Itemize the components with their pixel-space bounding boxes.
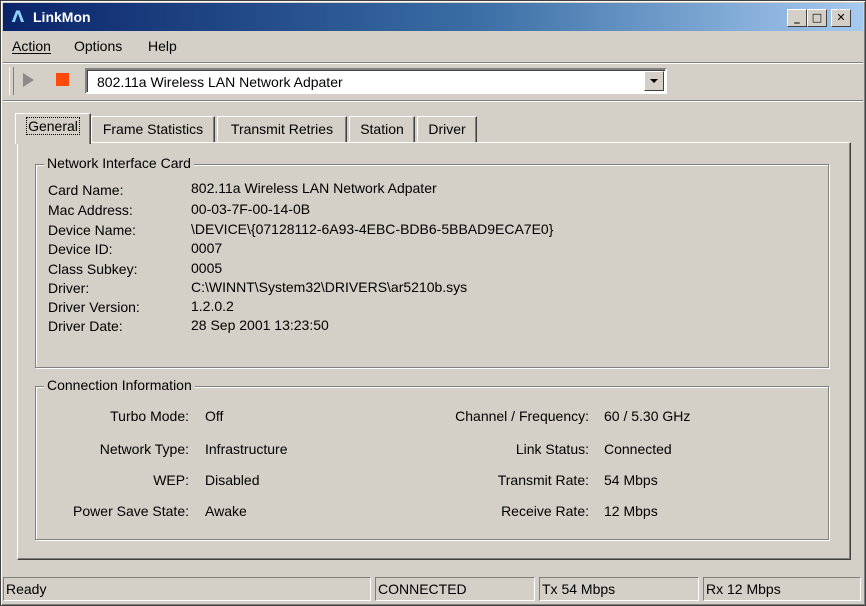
minimize-icon: _: [794, 11, 800, 24]
link-status-value: Connected: [604, 441, 672, 457]
minimize-button[interactable]: _: [787, 9, 807, 27]
chevron-down-icon: [650, 79, 658, 83]
adapter-dropdown-button[interactable]: [644, 71, 664, 91]
status-rx-rate: Rx 12 Mbps: [703, 577, 861, 601]
tab-general-label: General: [26, 117, 80, 135]
close-button[interactable]: ✕: [831, 9, 851, 27]
close-icon: ✕: [836, 11, 846, 24]
driver-label: Driver:: [48, 280, 90, 296]
tab-general[interactable]: General: [15, 113, 91, 144]
status-bar: Ready CONNECTED Tx 54 Mbps Rx 12 Mbps: [3, 577, 863, 601]
mac-address-label: Mac Address:: [48, 202, 133, 218]
linkmon-logo-icon: Λ: [11, 7, 25, 26]
channel-frequency-value: 60 / 5.30 GHz: [604, 408, 691, 424]
menu-help-label: Help: [148, 38, 177, 54]
receive-rate-label: Receive Rate:: [501, 503, 589, 519]
linkmon-window: Λ LinkMon _ □ ✕ Action Options Help 802.…: [0, 0, 866, 606]
device-id-value: 0007: [191, 240, 223, 256]
class-subkey-label: Class Subkey:: [48, 261, 138, 277]
menu-help[interactable]: Help: [148, 38, 177, 54]
play-icon[interactable]: [23, 73, 34, 87]
wep-value: Disabled: [205, 472, 260, 488]
menu-action-label: Action: [12, 38, 51, 54]
device-name-label: Device Name:: [48, 222, 136, 238]
turbo-mode-value: Off: [205, 408, 224, 424]
nic-group-title: Network Interface Card: [44, 155, 194, 171]
connection-group-title: Connection Information: [44, 377, 195, 393]
transmit-rate-value: 54 Mbps: [604, 472, 658, 488]
tab-transmit-retries[interactable]: Transmit Retries: [217, 116, 347, 142]
wep-label: WEP:: [153, 472, 189, 488]
toolbar: 802.11a Wireless LAN Network Adpater: [3, 63, 863, 99]
link-status-label: Link Status:: [515, 441, 589, 457]
maximize-icon: □: [811, 11, 823, 24]
card-name-label: Card Name:: [48, 182, 124, 198]
tab-station[interactable]: Station: [349, 116, 415, 142]
window-title: LinkMon: [33, 9, 91, 25]
menu-options[interactable]: Options: [74, 38, 122, 54]
device-name-value: \DEVICE\{07128112-6A93-4EBC-BDB6-5BBAD9E…: [191, 221, 554, 237]
transmit-rate-label: Transmit Rate:: [497, 472, 589, 488]
adapter-select-value: 802.11a Wireless LAN Network Adpater: [97, 74, 343, 90]
channel-frequency-label: Channel / Frequency:: [455, 408, 589, 424]
status-ready: Ready: [3, 577, 371, 601]
menu-options-label: Options: [74, 38, 123, 54]
tab-frame-statistics[interactable]: Frame Statistics: [91, 116, 215, 142]
mac-address-value: 00-03-7F-00-14-0B: [191, 201, 311, 217]
power-save-state-value: Awake: [205, 503, 247, 519]
tab-transmit-retries-label: Transmit Retries: [230, 121, 334, 137]
tab-frame-statistics-label: Frame Statistics: [102, 121, 204, 137]
stop-icon[interactable]: [56, 73, 69, 86]
tab-driver-label: Driver: [428, 121, 466, 137]
turbo-mode-label: Turbo Mode:: [110, 408, 189, 424]
driver-date-label: Driver Date:: [48, 318, 123, 334]
menu-action[interactable]: Action: [12, 38, 51, 54]
receive-rate-value: 12 Mbps: [604, 503, 658, 519]
status-tx-rate: Tx 54 Mbps: [539, 577, 699, 601]
tab-station-label: Station: [360, 121, 404, 137]
toolbar-separator: [3, 100, 863, 102]
device-id-label: Device ID:: [48, 241, 113, 257]
driver-value: C:\WINNT\System32\DRIVERS\ar5210b.sys: [191, 279, 468, 295]
toolbar-grip[interactable]: [9, 67, 14, 95]
network-type-label: Network Type:: [99, 441, 189, 457]
network-type-value: Infrastructure: [205, 441, 288, 457]
menu-bar: Action Options Help: [3, 34, 863, 60]
driver-version-label: Driver Version:: [48, 299, 140, 315]
driver-version-value: 1.2.0.2: [191, 298, 234, 314]
status-connection: CONNECTED: [375, 577, 535, 601]
maximize-button[interactable]: □: [807, 9, 827, 27]
power-save-state-label: Power Save State:: [73, 503, 189, 519]
adapter-select[interactable]: 802.11a Wireless LAN Network Adpater: [85, 68, 667, 94]
card-name-value: 802.11a Wireless LAN Network Adpater: [191, 180, 437, 196]
tab-driver[interactable]: Driver: [417, 116, 477, 142]
driver-date-value: 28 Sep 2001 13:23:50: [191, 317, 329, 333]
class-subkey-value: 0005: [191, 260, 223, 276]
title-bar[interactable]: Λ LinkMon _ □ ✕: [3, 3, 863, 31]
